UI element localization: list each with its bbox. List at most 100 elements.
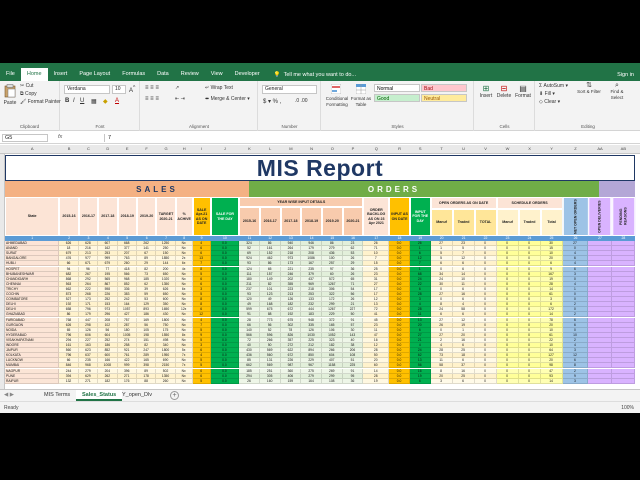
column-header-b[interactable]: B — [59, 146, 78, 151]
align-left-icon[interactable]: ≡ ≡ ≡ — [145, 96, 159, 102]
column-header-m[interactable]: M — [281, 146, 302, 151]
font-name-select[interactable]: Verdana — [64, 85, 110, 94]
formula-input[interactable]: 7 — [104, 134, 634, 142]
data-cell[interactable]: 14 — [540, 378, 563, 384]
data-cell[interactable]: 164 — [301, 378, 322, 384]
column-header-l[interactable]: L — [260, 146, 281, 151]
menu-tab-page-layout[interactable]: Page Layout — [73, 68, 116, 81]
decimal-icon[interactable]: .0 .00 — [295, 98, 308, 104]
column-header-c[interactable]: C — [79, 146, 98, 151]
fill-button[interactable]: ⬇ Fill ▾ — [539, 91, 555, 97]
column-header-g[interactable]: G — [156, 146, 175, 151]
format-as-table-button[interactable]: Format as Table — [350, 83, 372, 108]
menu-tab-developer[interactable]: Developer — [229, 68, 266, 81]
menu-tab-insert[interactable]: Insert — [48, 68, 74, 81]
column-header-w[interactable]: W — [497, 146, 519, 151]
data-cell[interactable]: 6 — [452, 378, 475, 384]
menu-tab-formulas[interactable]: Formulas — [116, 68, 151, 81]
state-cell[interactable]: RAIPUR — [5, 378, 60, 384]
data-cell[interactable]: 88 — [136, 378, 157, 384]
borders-icon[interactable]: ▦ — [91, 98, 97, 105]
style-neutral[interactable]: Neutral — [421, 94, 467, 102]
column-header-o[interactable]: O — [322, 146, 343, 151]
currency-icon[interactable]: $ ▾ % , — [263, 98, 281, 105]
copy-button[interactable]: ⧉ Copy — [20, 91, 37, 97]
data-cell[interactable]: 0 — [518, 378, 541, 384]
column-header-v[interactable]: V — [475, 146, 497, 151]
column-header-s[interactable]: S — [410, 146, 431, 151]
format-painter-button[interactable]: 🖌 Format Painter — [20, 99, 61, 105]
column-header-ab[interactable]: AB — [612, 146, 635, 151]
data-cell[interactable] — [611, 378, 635, 384]
zoom-level[interactable]: 100% — [621, 405, 634, 411]
format-cells-button[interactable]: ▤ Format — [515, 84, 531, 99]
data-cell[interactable]: 160 — [259, 378, 281, 384]
name-box[interactable]: G5 — [2, 134, 48, 142]
data-cell[interactable]: 19 — [363, 378, 390, 384]
column-header-z[interactable]: Z — [563, 146, 589, 151]
align-top-icon[interactable]: ≡ ≡ ≡ — [145, 85, 159, 91]
bold-button[interactable]: B — [65, 98, 69, 104]
column-header-x[interactable]: X — [519, 146, 541, 151]
column-header-j[interactable]: J — [211, 146, 239, 151]
data-cell[interactable]: 159 — [280, 378, 302, 384]
data-cell[interactable]: 5 — [192, 378, 211, 384]
column-header-e[interactable]: E — [118, 146, 137, 151]
tell-me-box[interactable]: 💡 Tell me what you want to do... — [274, 72, 356, 78]
data-cell[interactable]: Nx — [175, 378, 193, 384]
column-header-y[interactable]: Y — [541, 146, 563, 151]
column-header-f[interactable]: F — [137, 146, 156, 151]
add-sheet-icon[interactable]: + — [170, 391, 179, 400]
data-cell[interactable]: 271 — [78, 378, 99, 384]
column-header-i[interactable]: I — [193, 146, 211, 151]
insert-cells-button[interactable]: ⊞ Insert — [478, 84, 494, 99]
underline-button[interactable]: U — [80, 98, 84, 104]
number-format-select[interactable]: General — [262, 85, 317, 94]
column-header-aa[interactable]: AA — [588, 146, 611, 151]
data-cell[interactable]: 108 — [321, 378, 343, 384]
menu-tab-file[interactable]: File — [0, 68, 21, 81]
data-cell[interactable] — [588, 378, 612, 384]
autosum-button[interactable]: Σ AutoSum ▾ — [539, 83, 568, 89]
data-cell[interactable]: 132 — [59, 378, 79, 384]
data-cell[interactable]: 260 — [156, 378, 176, 384]
data-cell[interactable]: 0 — [496, 378, 519, 384]
menu-tab-view[interactable]: View — [205, 68, 229, 81]
style-bad[interactable]: Bad — [421, 84, 467, 92]
data-cell[interactable]: 36 — [342, 378, 364, 384]
style-normal[interactable]: Normal — [374, 84, 420, 92]
column-header-a[interactable]: A — [5, 146, 59, 151]
column-header-t[interactable]: T — [431, 146, 453, 151]
sheet-tab-y-open-dlv[interactable]: Y_open_Dlv — [116, 390, 158, 401]
data-cell[interactable]: 0 — [474, 378, 497, 384]
delete-cells-button[interactable]: ⊟ Delete — [496, 84, 512, 99]
menu-tab-home[interactable]: Home — [20, 68, 48, 81]
data-cell[interactable]: 26 — [239, 378, 260, 384]
data-cell[interactable]: 0.0 — [210, 378, 240, 384]
sheet-nav-icon[interactable]: ◀ ▶ — [4, 392, 14, 398]
sort-filter-button[interactable]: ⇅ Sort & Filter — [576, 82, 602, 95]
menu-tab-data[interactable]: Data — [151, 68, 175, 81]
conditional-formatting-button[interactable]: Conditional Formatting — [324, 83, 348, 108]
paste-button[interactable]: Paste — [2, 84, 18, 106]
sheet-tab-mis-terms[interactable]: MIS Terms — [38, 390, 76, 401]
column-header-q[interactable]: Q — [363, 146, 389, 151]
merge-center-button[interactable]: ⬌ Merge & Center ▾ — [205, 96, 250, 102]
column-header-p[interactable]: P — [343, 146, 364, 151]
worksheet[interactable]: A B C D E F G H I J K L M N O P Q R S T U V W X Y Z AA AB MIS Repor… — [0, 145, 640, 389]
menu-tab-review[interactable]: Review — [175, 68, 205, 81]
style-good[interactable]: Good — [374, 94, 420, 102]
column-header-d[interactable]: D — [98, 146, 117, 151]
wrap-text-button[interactable]: ↵ Wrap Text — [205, 85, 233, 91]
clear-button[interactable]: ◇ Clear ▾ — [539, 99, 560, 105]
fx-icon[interactable]: fx — [58, 134, 62, 140]
sign-in-link[interactable]: Sign in — [617, 72, 640, 78]
column-header-n[interactable]: N — [301, 146, 322, 151]
indent-icon[interactable]: ⇤ ⇥ — [175, 96, 185, 102]
italic-button[interactable]: I — [73, 98, 75, 104]
data-cell[interactable]: 3 — [430, 378, 453, 384]
font-size-select[interactable]: 10 — [112, 85, 126, 94]
orientation-icon[interactable]: ↗ — [175, 85, 179, 91]
data-cell[interactable]: 0.0 — [389, 378, 410, 384]
cut-button[interactable]: ✂ Cut — [20, 83, 33, 89]
